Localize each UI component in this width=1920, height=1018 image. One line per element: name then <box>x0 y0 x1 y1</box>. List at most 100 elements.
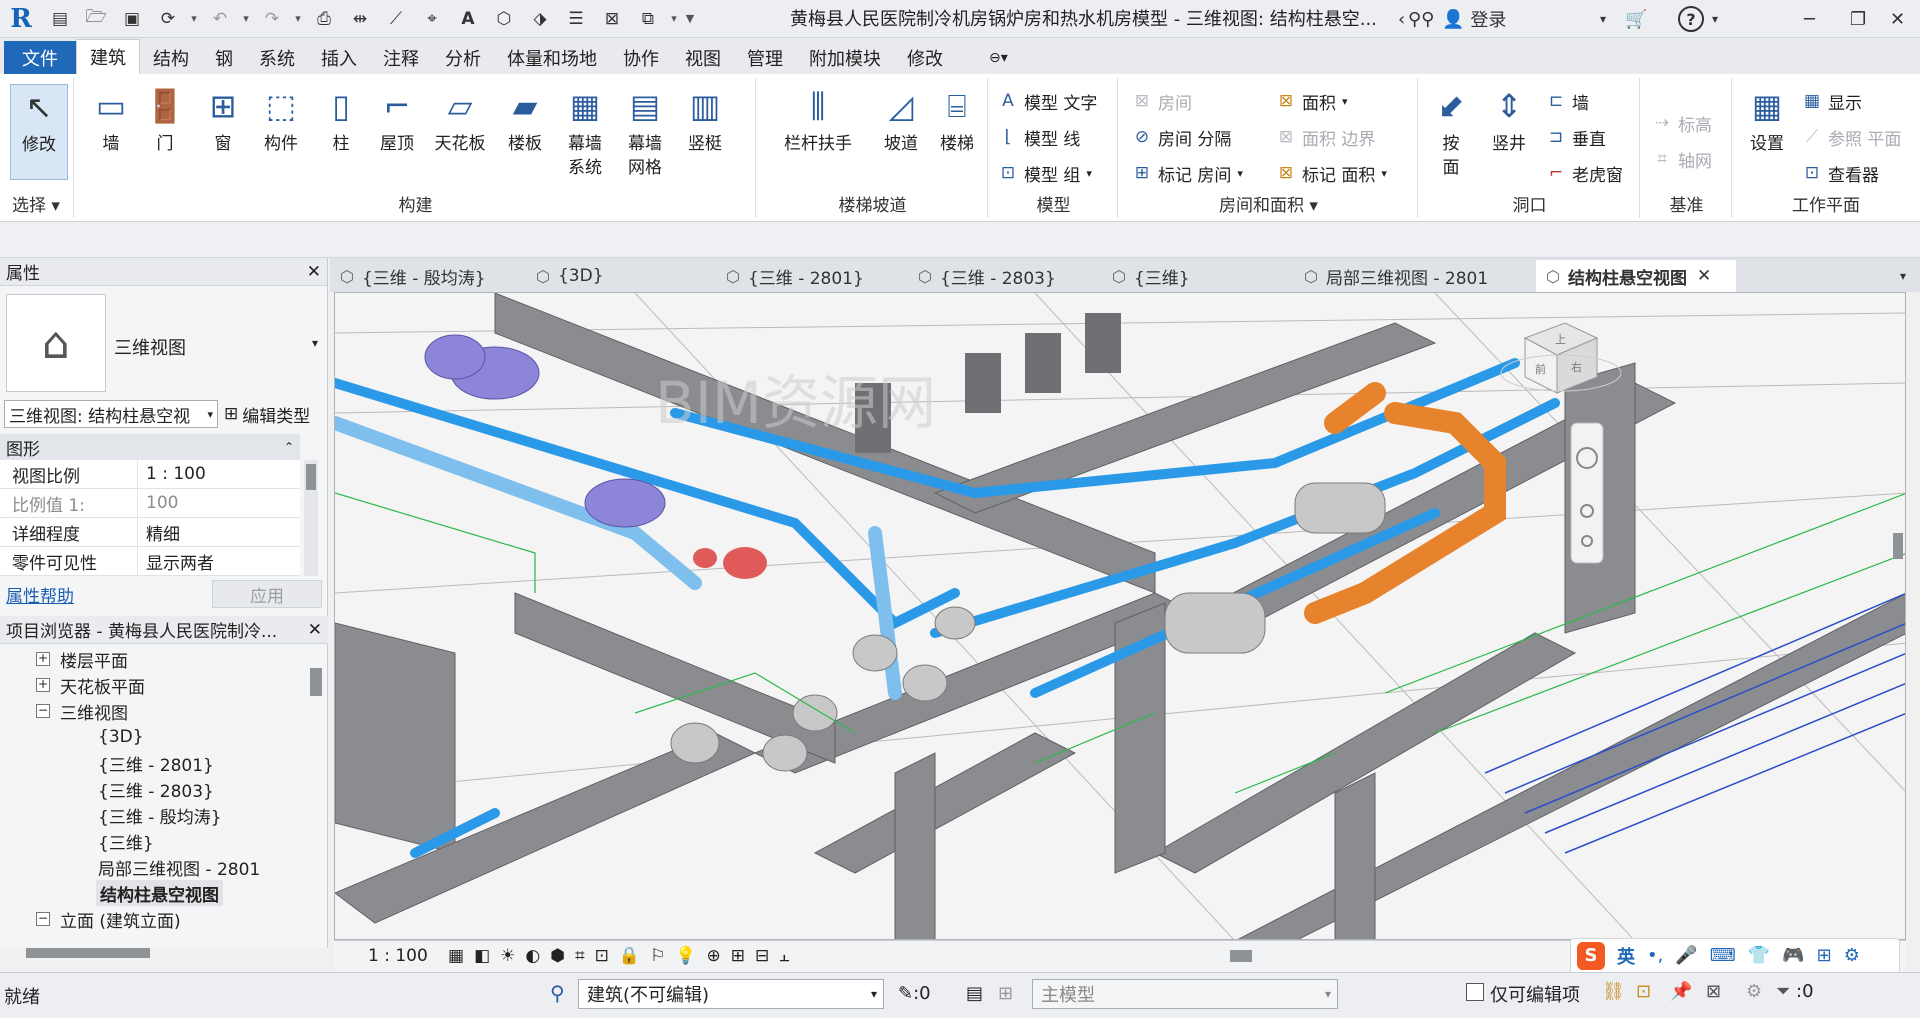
view-scale[interactable]: 1 : 100 <box>368 946 428 966</box>
tree-item[interactable]: {三维 - 2801} <box>98 750 214 776</box>
scroll-thumb[interactable] <box>306 464 316 490</box>
tree-item[interactable]: + 天花板平面 <box>36 672 145 698</box>
design-options-sub-icon[interactable]: ⊞ <box>998 983 1013 1004</box>
3d-view-icon[interactable]: ⬡ <box>490 5 518 33</box>
show-workplane-button[interactable]: ▦ 显示 <box>1800 86 1862 116</box>
select-pinned-icon[interactable]: 📌 <box>1670 981 1692 1002</box>
shaft-button[interactable]: ⇕ 竖井 <box>1480 84 1538 156</box>
render-icon[interactable]: ⬢ <box>550 946 565 966</box>
folder-open-icon[interactable]: 🗁 <box>82 5 110 33</box>
panel-room-area-label[interactable]: 房间和面积 ▾ <box>1120 191 1417 216</box>
set-workplane-button[interactable]: ▦ 设置 <box>1740 84 1794 156</box>
close-icon[interactable]: ✕ <box>307 262 321 282</box>
minimize-icon[interactable]: ─ <box>1804 4 1815 34</box>
type-selector-chevron-icon[interactable]: ▾ <box>312 336 318 350</box>
text-icon[interactable]: A <box>454 5 482 33</box>
chevron-down-icon[interactable]: ▾ <box>1712 4 1718 34</box>
browser-hscrollbar[interactable] <box>26 948 150 958</box>
analytical-icon[interactable]: ⊟ <box>755 946 769 966</box>
close-icon[interactable]: ✕ <box>1697 266 1711 286</box>
section-icon[interactable]: ⬗ <box>526 5 554 33</box>
door-button[interactable]: 🚪 门 <box>136 84 194 156</box>
panel-select-label[interactable]: 选择 ▾ <box>6 191 73 216</box>
thin-lines-icon[interactable]: ☰ <box>562 5 590 33</box>
title-more-icon[interactable]: ‹ <box>1398 4 1405 34</box>
tab-collaborate[interactable]: 协作 <box>610 41 672 74</box>
close-icon[interactable]: ✕ <box>308 620 322 640</box>
vertical-opening-button[interactable]: ⊐ 垂直 <box>1544 122 1606 152</box>
ime-toolbar[interactable]: S 英 •, 🎤 ⌨ 👕 🎮 ⊞ ⚙ <box>1570 937 1900 974</box>
expand-icon[interactable]: + <box>36 652 50 666</box>
tab-annotate[interactable]: 注释 <box>370 41 432 74</box>
room-separator-button[interactable]: ⊘ 房间 分隔 <box>1130 122 1232 152</box>
crop-view-icon[interactable]: ⌗ <box>575 946 585 966</box>
wall-button[interactable]: ▭ 墙 <box>82 84 140 156</box>
tag-area-button[interactable]: ⊠ 标记 面积 ▾ <box>1274 158 1387 188</box>
sign-in-button[interactable]: 👤 登录 <box>1442 4 1506 34</box>
tree-item[interactable]: {三维 - 2803} <box>98 776 214 802</box>
reveal-hidden-icon[interactable]: 💡 <box>675 946 696 966</box>
view-tab-active[interactable]: ⬡ 结构柱悬空视图 ✕ <box>1536 260 1736 292</box>
by-face-button[interactable]: ⬋ 按 面 <box>1426 84 1476 180</box>
view-tab[interactable]: ⬡ {三维} <box>1102 260 1294 292</box>
properties-help-link[interactable]: 属性帮助 <box>6 582 74 607</box>
tab-architecture[interactable]: 建筑 <box>76 39 140 74</box>
worksharing-icon[interactable]: ⊕ <box>706 946 720 966</box>
prop-value[interactable]: 1 : 100 <box>138 460 300 488</box>
print-icon[interactable]: ⎙ <box>310 5 338 33</box>
detail-level-icon[interactable]: ▦ <box>448 946 464 966</box>
constraints-icon[interactable]: ⫠ <box>779 946 789 966</box>
editable-only-checkbox[interactable] <box>1466 983 1484 1001</box>
dimension-icon[interactable]: ⟋ <box>382 5 410 33</box>
select-underlay-icon[interactable]: ⊡ <box>1636 981 1651 1002</box>
tab-modify[interactable]: 修改 <box>894 41 956 74</box>
cart-icon[interactable]: 🛒 <box>1625 4 1647 34</box>
view-tab[interactable]: ⬡ {3D} <box>526 260 716 292</box>
open-icon[interactable]: ▤ <box>46 5 74 33</box>
tree-item[interactable]: {3D} <box>98 724 144 750</box>
component-button[interactable]: ⬚ 构件 <box>252 84 310 156</box>
tab-systems[interactable]: 系统 <box>246 41 308 74</box>
model-text-button[interactable]: A 模型 文字 <box>996 86 1097 116</box>
3d-viewport[interactable]: BIM资源网 上 前 右 <box>334 292 1906 940</box>
filter-icon[interactable]: ⏷ <box>1776 981 1790 1002</box>
browser-scrollbar[interactable] <box>310 668 322 696</box>
collapse-icon[interactable]: − <box>36 704 50 718</box>
design-option-selector[interactable]: 主模型 ▾ <box>1032 979 1338 1009</box>
undo-icon[interactable]: ↶ <box>206 5 234 33</box>
viewport-hscrollbar[interactable] <box>1229 949 1252 962</box>
grid-button[interactable]: ⌗ 轴网 <box>1650 144 1712 174</box>
workset-selector[interactable]: 建筑(不可编辑) ▾ <box>578 979 884 1009</box>
tree-item[interactable]: 局部三维视图 - 2801 <box>98 854 260 880</box>
select-by-face-icon[interactable]: ⊠ <box>1706 981 1721 1002</box>
chevron-down-icon[interactable]: ▾ <box>238 5 254 33</box>
switch-windows-icon[interactable]: ⧉ <box>634 5 662 33</box>
model-line-button[interactable]: ⌊ 模型 线 <box>996 122 1081 152</box>
select-links-icon[interactable]: ⛓ <box>1602 981 1625 1002</box>
tab-analyze[interactable]: 分析 <box>432 41 494 74</box>
wall-opening-button[interactable]: ⊏ 墙 <box>1544 86 1589 116</box>
model-group-button[interactable]: ⊡ 模型 组 ▾ <box>996 158 1092 188</box>
ribbon-minimize-icon[interactable]: ⊖▾ <box>976 41 1021 74</box>
tab-addins[interactable]: 附加模块 <box>796 41 894 74</box>
binoculars-icon[interactable]: ⚲⚲ <box>1408 4 1434 34</box>
expand-icon[interactable]: + <box>36 678 50 692</box>
tree-item[interactable]: − 三维视图 <box>36 698 128 724</box>
show-crop-icon[interactable]: ⊡ <box>595 946 609 966</box>
punctuation-icon[interactable]: •, <box>1647 945 1663 966</box>
collapse-icon[interactable]: − <box>36 912 50 926</box>
room-button[interactable]: ⊠ 房间 <box>1130 86 1192 116</box>
temp-hide-icon[interactable]: ⚐ <box>650 946 665 966</box>
prop-value[interactable]: 精细 <box>138 518 300 546</box>
visual-style-icon[interactable]: ◧ <box>474 946 490 966</box>
temp-view-props-icon[interactable]: ⊞ <box>731 946 745 966</box>
restore-icon[interactable]: ❐ <box>1850 4 1866 34</box>
prop-value[interactable]: 显示两者 <box>138 547 300 575</box>
tag-icon[interactable]: ⌖ <box>418 5 446 33</box>
settings-icon[interactable]: ⚙ <box>1844 945 1860 966</box>
level-button[interactable]: ⇢ 标高 <box>1650 108 1712 138</box>
area-button[interactable]: ⊠ 面积 ▾ <box>1274 86 1348 116</box>
curtain-system-button[interactable]: ▦ 幕墙 系统 <box>556 84 614 180</box>
shadows-icon[interactable]: ◐ <box>525 946 540 966</box>
instance-selector[interactable]: 三维视图: 结构柱悬空视 ▾ <box>4 400 218 428</box>
